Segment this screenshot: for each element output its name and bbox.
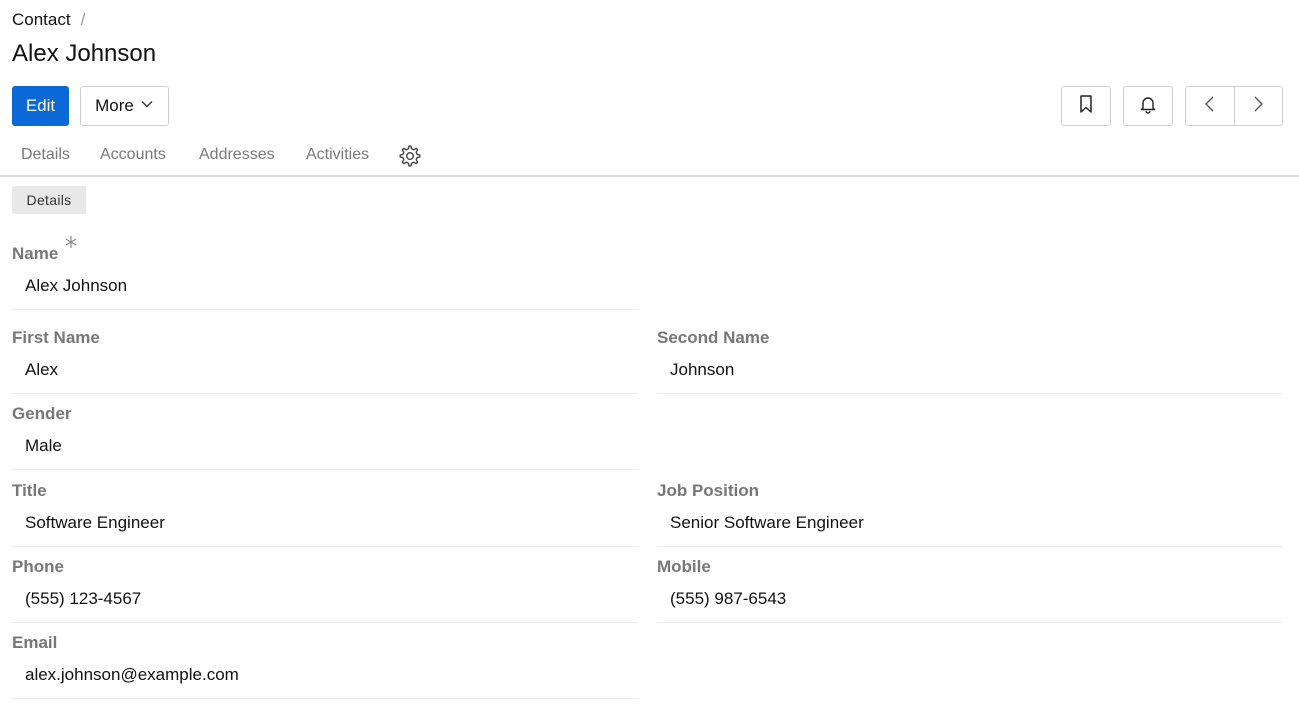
edit-button[interactable]: Edit <box>12 86 69 126</box>
field-title: Title Software Engineer <box>12 481 638 547</box>
job-position-label: Job Position <box>657 481 759 500</box>
title-value[interactable]: Software Engineer <box>12 513 638 547</box>
contact-page: Contact / Alex Johnson Edit More Details… <box>0 0 1299 710</box>
field-phone: Phone (555) 123-4567 <box>12 557 638 623</box>
bookmark-icon <box>1078 94 1094 119</box>
bookmark-button[interactable] <box>1061 86 1111 126</box>
title-label: Title <box>12 481 47 500</box>
tab-details[interactable]: Details <box>21 146 70 164</box>
first-name-label: First Name <box>12 328 100 347</box>
more-button[interactable]: More <box>80 86 169 126</box>
field-name: Name Alex Johnson <box>12 236 638 310</box>
bell-icon <box>1138 94 1158 119</box>
previous-record-button[interactable] <box>1186 87 1234 125</box>
field-job-position: Job Position Senior Software Engineer <box>657 481 1283 547</box>
chevron-left-icon <box>1203 95 1217 118</box>
job-position-value[interactable]: Senior Software Engineer <box>657 513 1283 547</box>
second-name-value[interactable]: Johnson <box>657 360 1283 394</box>
tab-accounts[interactable]: Accounts <box>100 146 166 164</box>
asterisk-icon <box>64 234 78 254</box>
mobile-value[interactable]: (555) 987-6543 <box>657 589 1283 623</box>
field-mobile: Mobile (555) 987-6543 <box>657 557 1283 623</box>
gender-label: Gender <box>12 404 72 423</box>
chevron-right-icon <box>1251 95 1265 118</box>
first-name-value[interactable]: Alex <box>12 360 638 394</box>
tab-addresses[interactable]: Addresses <box>199 146 275 164</box>
gear-icon[interactable] <box>398 144 422 173</box>
field-gender: Gender Male <box>12 404 638 470</box>
email-label: Email <box>12 633 58 652</box>
breadcrumb-separator: / <box>80 10 86 29</box>
tab-activities[interactable]: Activities <box>306 146 369 164</box>
field-name-label: Name <box>12 236 638 264</box>
second-name-label: Second Name <box>657 328 770 347</box>
field-second-name: Second Name Johnson <box>657 328 1283 394</box>
breadcrumb: Contact / <box>12 10 85 30</box>
mobile-label: Mobile <box>657 557 711 576</box>
phone-value[interactable]: (555) 123-4567 <box>12 589 638 623</box>
chevron-down-icon <box>140 96 154 116</box>
gender-value[interactable]: Male <box>12 436 638 470</box>
breadcrumb-contact-link[interactable]: Contact <box>12 10 71 30</box>
more-button-label: More <box>95 96 134 115</box>
notification-button[interactable] <box>1123 86 1173 126</box>
page-title: Alex Johnson <box>12 40 157 67</box>
field-email: Email alex.johnson@example.com <box>12 633 638 699</box>
record-navigation <box>1185 86 1283 126</box>
email-value[interactable]: alex.johnson@example.com <box>12 665 638 699</box>
panel-details-label: Details <box>12 186 86 214</box>
next-record-button[interactable] <box>1233 87 1283 125</box>
field-first-name: First Name Alex <box>12 328 638 394</box>
name-value[interactable]: Alex Johnson <box>12 276 638 310</box>
tab-bar: Details Accounts Addresses Activities <box>0 138 1299 177</box>
phone-label: Phone <box>12 557 64 576</box>
name-label: Name <box>12 244 59 263</box>
